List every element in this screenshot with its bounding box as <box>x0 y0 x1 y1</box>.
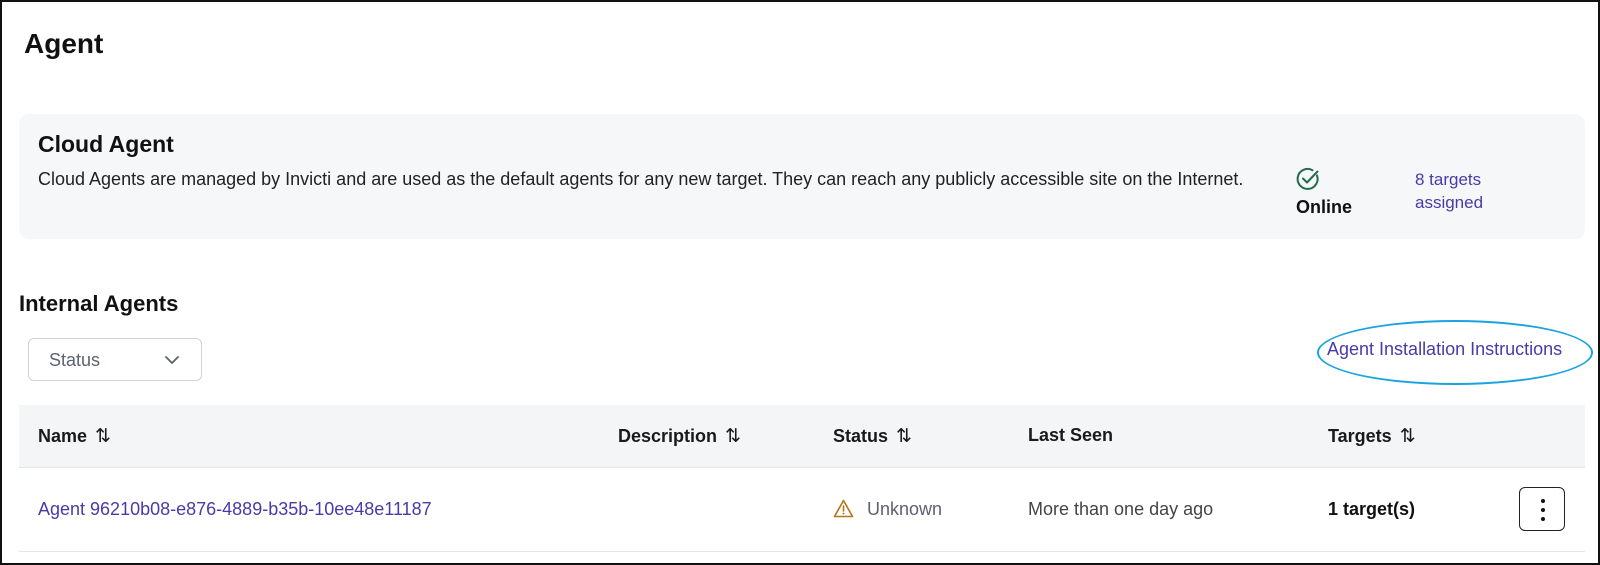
agent-status-label: Unknown <box>867 499 943 519</box>
cloud-agent-description: Cloud Agents are managed by Invicti and … <box>38 169 1244 189</box>
column-header-label: Last Seen <box>1028 425 1114 445</box>
agent-targets: 1 target(s) <box>1328 499 1416 519</box>
status-filter-placeholder: Status <box>49 350 101 370</box>
sort-icon: ⇅ <box>1399 426 1416 447</box>
internal-agents-title: Internal Agents <box>19 291 179 316</box>
page-title: Agent <box>24 28 104 59</box>
check-circle-icon <box>1296 167 1319 190</box>
agents-table-header: Name ⇅ Description ⇅ Status ⇅ Last Seen Tar… <box>19 405 1585 468</box>
agent-name-link[interactable]: Agent 96210b08-e876-4889-b35b-10ee48e111… <box>38 499 432 520</box>
table-row: Agent 96210b08-e876-4889-b35b-10ee48e111… <box>19 469 1585 552</box>
agent-status: Unknown <box>833 499 942 520</box>
column-header-last-seen: Last Seen <box>1028 425 1113 446</box>
column-header-status[interactable]: Status ⇅ <box>833 425 912 448</box>
agent-last-seen: More than one day ago <box>1028 499 1214 519</box>
column-header-label: Targets <box>1328 426 1392 446</box>
column-header-name[interactable]: Name ⇅ <box>38 425 111 448</box>
cloud-agent-targets-link[interactable]: 8 targets assigned <box>1415 168 1525 214</box>
column-header-targets[interactable]: Targets ⇅ <box>1328 425 1416 448</box>
column-header-description[interactable]: Description ⇅ <box>618 425 741 448</box>
chevron-down-icon <box>165 356 179 364</box>
cloud-agent-status: Online <box>1296 197 1353 217</box>
sort-icon: ⇅ <box>95 426 111 447</box>
column-header-label: Name <box>38 426 88 446</box>
more-vertical-icon <box>1541 499 1545 521</box>
sort-icon: ⇅ <box>725 426 741 447</box>
column-header-label: Status <box>833 426 889 446</box>
cloud-agent-title: Cloud Agent <box>38 131 174 157</box>
cloud-agent-card: Cloud Agent Cloud Agents are managed by … <box>19 114 1585 239</box>
warning-icon <box>833 499 854 518</box>
status-filter-dropdown[interactable]: Status <box>28 338 202 381</box>
sort-icon: ⇅ <box>896 426 912 447</box>
column-header-label: Description <box>618 426 718 446</box>
row-actions-button[interactable] <box>1519 487 1565 531</box>
agent-installation-instructions-link[interactable]: Agent Installation Instructions <box>1327 339 1562 360</box>
